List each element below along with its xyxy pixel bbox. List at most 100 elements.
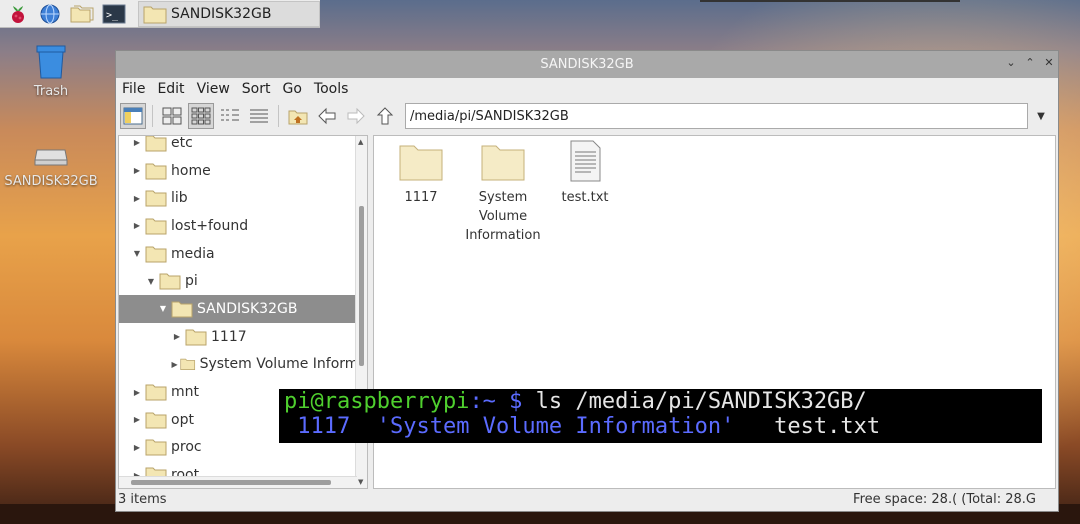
path-input[interactable]: /media/pi/SANDISK32GB xyxy=(405,103,1028,129)
scrollbar-thumb[interactable] xyxy=(131,480,331,485)
terminal-output-1117: 1117 xyxy=(284,414,351,439)
folder-icon xyxy=(145,246,167,263)
toggle-sidepane-button[interactable] xyxy=(120,103,146,129)
scroll-down-icon[interactable]: ▼ xyxy=(358,478,363,486)
tree-item-home[interactable]: ▶ home xyxy=(119,157,367,185)
expand-arrow-icon[interactable]: ▶ xyxy=(129,194,145,203)
desktop-trash[interactable]: Trash xyxy=(22,42,80,99)
home-folder-icon xyxy=(288,110,308,125)
terminal-command: ls /media/pi/SANDISK32GB/ xyxy=(522,389,867,414)
tree-item-system-volume-information[interactable]: ▶ System Volume Informa xyxy=(119,351,367,379)
tree-item-pi[interactable]: ▼ pi xyxy=(119,267,367,295)
sidepane-icon xyxy=(123,107,143,125)
terminal-line-output: 1117 'System Volume Information' test.tx… xyxy=(284,414,1042,439)
statusbar: 3 items Free space: 28.( (Total: 28.G xyxy=(118,489,1056,509)
browser-launcher-button[interactable] xyxy=(34,1,66,27)
tree-item-1117[interactable]: ▶ 1117 xyxy=(119,323,367,351)
drive-label: SANDISK32GB xyxy=(4,174,98,189)
expand-arrow-icon[interactable]: ▶ xyxy=(129,443,145,452)
tree-item-etc[interactable]: ▶ etc xyxy=(119,135,367,157)
tree-item-label: SANDISK32GB xyxy=(197,300,298,317)
thumbnail-view-button[interactable] xyxy=(188,103,214,129)
expand-arrow-icon[interactable]: ▶ xyxy=(169,332,185,341)
terminal-prompt-path: :~ $ xyxy=(469,389,523,414)
terminal-launcher-button[interactable]: >_ xyxy=(98,1,130,27)
terminal-prompt-user: pi@raspberrypi xyxy=(284,389,470,414)
maximize-icon[interactable]: ⌃ xyxy=(1025,56,1035,69)
compact-view-button[interactable] xyxy=(217,103,243,129)
path-dropdown-icon[interactable]: ▼ xyxy=(1031,111,1051,122)
folder-icon xyxy=(145,190,167,207)
file-manager-launcher-button[interactable] xyxy=(66,1,98,27)
file-item-label: 1117 xyxy=(404,190,438,205)
window-title: SANDISK32GB xyxy=(540,57,634,72)
expand-arrow-icon[interactable]: ▶ xyxy=(129,221,145,230)
tree-item-label: 1117 xyxy=(211,328,247,345)
tree-item-label: proc xyxy=(171,439,202,456)
tree-item-lost-found[interactable]: ▶ lost+found xyxy=(119,212,367,240)
window-titlebar[interactable]: SANDISK32GB ⌄ ⌃ ✕ xyxy=(116,51,1058,78)
compact-list-icon xyxy=(221,109,239,121)
file-item-system-volume-information[interactable]: System Volume Information xyxy=(460,142,546,245)
detail-list-icon xyxy=(250,109,268,123)
up-button[interactable] xyxy=(372,103,398,129)
expand-arrow-icon[interactable]: ▶ xyxy=(129,166,145,175)
menu-go[interactable]: Go xyxy=(283,81,302,97)
arrow-left-icon xyxy=(318,107,336,125)
raspberry-menu-button[interactable] xyxy=(2,1,34,27)
folder-icon xyxy=(145,218,167,235)
terminal-overlay: pi@raspberrypi:~ $ ls /media/pi/SANDISK3… xyxy=(279,389,1042,443)
icon-view-button[interactable] xyxy=(159,103,185,129)
expand-arrow-icon[interactable]: ▶ xyxy=(129,388,145,397)
forward-button[interactable] xyxy=(343,103,369,129)
globe-icon xyxy=(40,4,60,23)
tree-item-media[interactable]: ▼ media xyxy=(119,240,367,268)
folder-icon xyxy=(171,301,193,318)
expand-arrow-icon[interactable]: ▶ xyxy=(169,360,180,369)
trash-label: Trash xyxy=(33,84,69,99)
detail-view-button[interactable] xyxy=(246,103,272,129)
folder-icon xyxy=(145,412,167,429)
collapse-arrow-icon[interactable]: ▼ xyxy=(143,277,159,286)
tree-item-label: lost+found xyxy=(171,217,249,234)
taskbar-window-label: SANDISK32GB xyxy=(171,5,272,22)
scrollbar-thumb[interactable] xyxy=(359,206,364,366)
tree-horizontal-scrollbar[interactable] xyxy=(119,476,357,488)
folder-icon xyxy=(145,384,167,401)
tree-item-sandisk32gb[interactable]: ▼ SANDISK32GB xyxy=(119,295,367,323)
folders-icon xyxy=(70,5,94,22)
menu-view[interactable]: View xyxy=(197,81,230,97)
collapse-arrow-icon[interactable]: ▼ xyxy=(155,304,171,313)
menu-file[interactable]: File xyxy=(122,81,145,97)
file-item-test-txt[interactable]: test.txt xyxy=(542,140,628,207)
folder-icon xyxy=(481,145,525,181)
usb-drive-icon xyxy=(34,149,68,166)
menu-tools[interactable]: Tools xyxy=(314,81,349,97)
svg-text:>_: >_ xyxy=(106,10,119,21)
desktop-drive[interactable]: SANDISK32GB xyxy=(2,140,100,189)
text-file-icon xyxy=(570,140,601,182)
menu-sort[interactable]: Sort xyxy=(242,81,271,97)
tree-item-label: System Volume Informa xyxy=(199,356,367,373)
tree-item-label: etc xyxy=(171,135,193,151)
terminal-output-svi: 'System Volume Information' xyxy=(376,414,735,439)
close-icon[interactable]: ✕ xyxy=(1044,56,1054,69)
home-button[interactable] xyxy=(285,103,311,129)
trash-icon xyxy=(36,45,66,79)
menu-edit[interactable]: Edit xyxy=(157,81,184,97)
taskbar-window-button[interactable]: SANDISK32GB xyxy=(138,0,320,27)
back-button[interactable] xyxy=(314,103,340,129)
tree-item-lib[interactable]: ▶ lib xyxy=(119,184,367,212)
tree-item-label: mnt xyxy=(171,384,199,401)
expand-arrow-icon[interactable]: ▶ xyxy=(129,138,145,147)
free-space: Free space: 28.( (Total: 28.G xyxy=(853,491,1036,507)
minimize-icon[interactable]: ⌄ xyxy=(1006,56,1016,69)
scroll-up-icon[interactable]: ▲ xyxy=(358,138,363,146)
expand-arrow-icon[interactable]: ▶ xyxy=(129,415,145,424)
menubar: File Edit View Sort Go Tools xyxy=(116,78,1058,100)
collapse-arrow-icon[interactable]: ▼ xyxy=(129,249,145,258)
file-item-1117[interactable]: 1117 xyxy=(378,142,464,207)
folder-icon xyxy=(399,145,443,181)
panel-edge xyxy=(700,0,960,2)
toolbar: /media/pi/SANDISK32GB ▼ xyxy=(116,100,1058,132)
